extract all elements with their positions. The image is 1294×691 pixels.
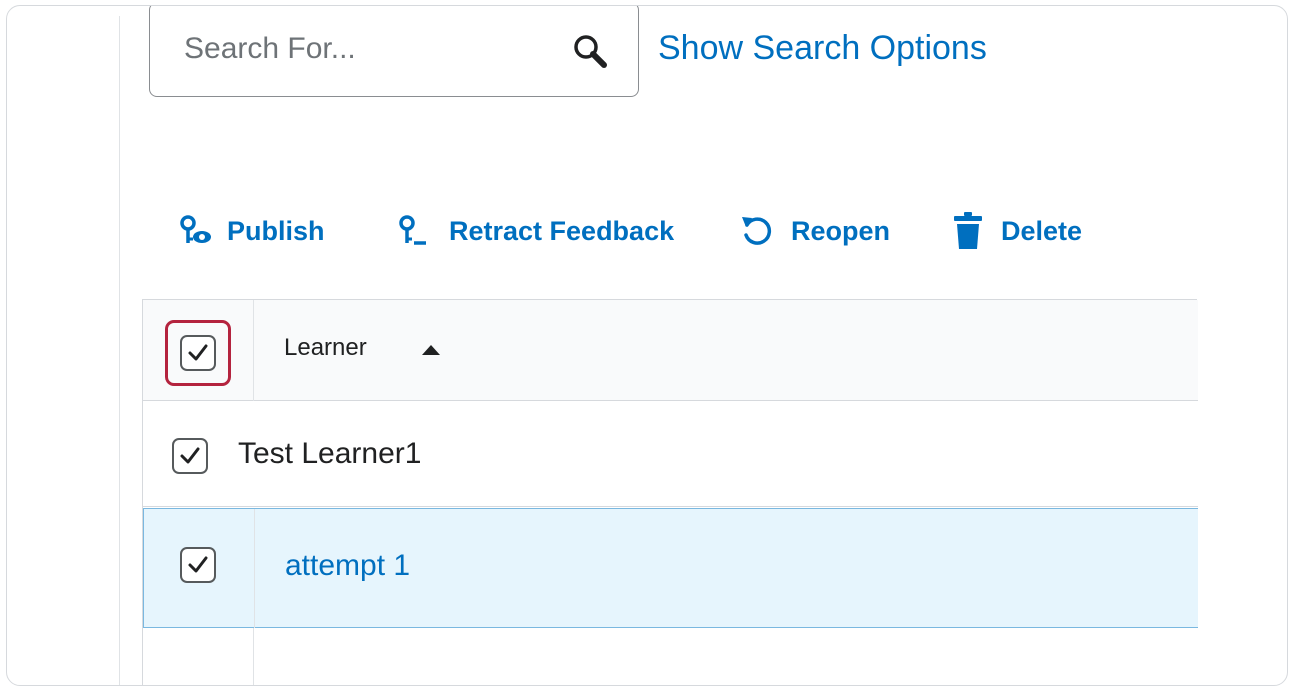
- retract-feedback-icon: [399, 215, 426, 245]
- checkmark-icon: [180, 447, 200, 464]
- column-divider: [253, 628, 254, 685]
- column-divider: [253, 300, 254, 401]
- search-box: [149, 6, 639, 97]
- table-row-selected: attempt 1: [143, 508, 1198, 629]
- trash-icon: [954, 212, 982, 249]
- publish-button[interactable]: Publish: [179, 206, 325, 256]
- checkmark-icon: [188, 556, 208, 573]
- retract-feedback-button[interactable]: Retract Feedback: [395, 206, 674, 256]
- show-search-options-link[interactable]: Show Search Options: [658, 29, 987, 68]
- table-header: Learner: [143, 300, 1198, 401]
- checkmark-icon: [188, 344, 208, 361]
- window-frame: Show Search Options Publish Retract Feed…: [6, 5, 1288, 686]
- sidebar-divider: [119, 16, 120, 685]
- retract-feedback-label: Retract Feedback: [449, 215, 675, 246]
- publish-label: Publish: [227, 215, 325, 246]
- column-divider: [254, 509, 255, 629]
- table-row: Test Learner1: [143, 401, 1198, 507]
- search-input[interactable]: [184, 27, 564, 71]
- sort-up-icon: [422, 345, 440, 355]
- row-checkbox[interactable]: [172, 438, 208, 474]
- submissions-table: Learner Test Learner1 attempt 1: [142, 299, 1198, 685]
- search-icon: [574, 35, 607, 68]
- search-button[interactable]: [570, 31, 614, 71]
- learner-name: Test Learner1: [238, 437, 422, 470]
- reopen-icon: [742, 217, 772, 245]
- delete-label: Delete: [1001, 215, 1083, 246]
- attempt-link[interactable]: attempt 1: [285, 549, 410, 583]
- delete-button[interactable]: Delete: [953, 206, 1082, 256]
- row-checkbox[interactable]: [180, 547, 216, 583]
- reopen-button[interactable]: Reopen: [739, 206, 890, 256]
- table-row-partial: [143, 628, 1198, 685]
- publish-icon: [180, 215, 211, 243]
- reopen-label: Reopen: [791, 215, 891, 246]
- learner-column-header[interactable]: Learner: [284, 334, 367, 362]
- select-all-checkbox[interactable]: [180, 335, 216, 371]
- sort-ascending-button[interactable]: [419, 342, 443, 358]
